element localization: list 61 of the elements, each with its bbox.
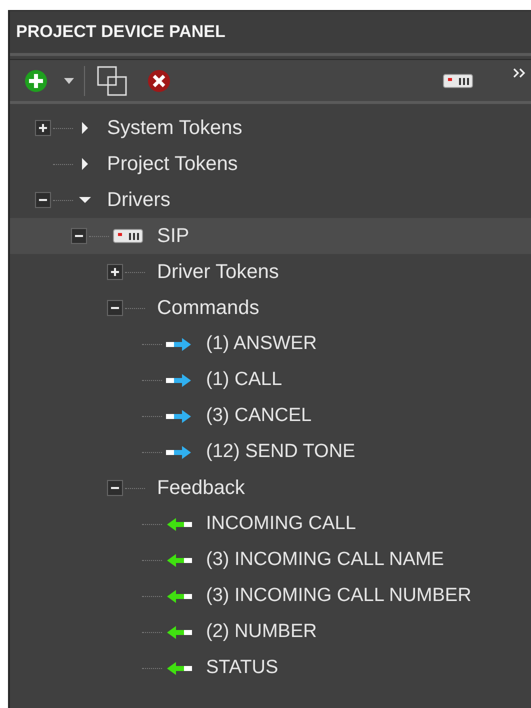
node-label: (1) ANSWER [206, 333, 317, 355]
delete-icon [147, 68, 171, 92]
expand-toggle[interactable] [35, 120, 51, 136]
tree-row[interactable]: STATUS [10, 650, 531, 686]
tree-row[interactable]: (3) INCOMING CALL NUMBER [10, 578, 531, 614]
tree-row[interactable]: Driver Tokens [10, 254, 531, 290]
tree-row[interactable]: (1) CALL [10, 362, 531, 398]
tree-row[interactable]: (3) CANCEL [10, 398, 531, 434]
collapse-toggle[interactable] [35, 192, 51, 208]
node-label: Drivers [107, 188, 170, 212]
node-label: (3) CANCEL [206, 405, 312, 427]
device-icon [443, 74, 473, 88]
arrow-left-icon [166, 589, 192, 603]
tree-row[interactable]: Commands [10, 290, 531, 326]
node-label: SIP [157, 224, 190, 248]
tree-row[interactable]: (3) INCOMING CALL NAME [10, 542, 531, 578]
node-label: Commands [157, 296, 260, 320]
chevron-icon [513, 68, 527, 78]
node-label: System Tokens [107, 116, 242, 140]
node-label: (3) INCOMING CALL NAME [206, 549, 444, 571]
node-label: INCOMING CALL [206, 513, 356, 535]
copy-icon [97, 66, 127, 96]
node-label: STATUS [206, 657, 278, 679]
device-icon [113, 229, 143, 243]
tree-row[interactable]: (2) NUMBER [10, 614, 531, 650]
arrow-right-icon [166, 445, 192, 459]
duplicate-button[interactable] [97, 66, 127, 96]
tree-row[interactable]: Project Tokens [10, 146, 531, 182]
tree-row[interactable]: (1) ANSWER [10, 326, 531, 362]
collapse-toggle[interactable] [107, 300, 123, 316]
caret-icon [64, 78, 74, 84]
arrow-left-icon [166, 553, 192, 567]
collapse-toggle[interactable] [107, 480, 123, 496]
dropdown-button[interactable] [64, 78, 74, 84]
delete-button[interactable] [147, 68, 171, 92]
arrow-left-icon [166, 625, 192, 639]
tree-row[interactable]: System Tokens [10, 110, 531, 146]
tree-row[interactable]: INCOMING CALL [10, 506, 531, 542]
overflow-button[interactable] [513, 68, 527, 78]
collapse-toggle[interactable] [71, 228, 87, 244]
add-icon [24, 68, 48, 92]
tree-row[interactable]: (12) SEND TONE [10, 434, 531, 470]
node-label: (2) NUMBER [206, 621, 317, 643]
node-label: (1) CALL [206, 369, 282, 391]
arrow-right-icon [166, 373, 192, 387]
node-label: Driver Tokens [157, 260, 279, 284]
expand-toggle[interactable] [107, 264, 123, 280]
node-label: Feedback [157, 476, 245, 500]
arrow-left-icon [166, 517, 192, 531]
node-label: (12) SEND TONE [206, 441, 356, 463]
node-label: Project Tokens [107, 152, 238, 176]
tree-row[interactable]: SIP [10, 218, 531, 254]
node-label: (3) INCOMING CALL NUMBER [206, 585, 472, 607]
arrow-left-icon [166, 661, 192, 675]
panel-title: PROJECT DEVICE PANEL [16, 22, 226, 42]
arrow-right-icon [166, 409, 192, 423]
tree-row[interactable]: Feedback [10, 470, 531, 506]
tree-row[interactable]: Drivers [10, 182, 531, 218]
device-button[interactable] [443, 74, 473, 88]
arrow-right-icon [166, 337, 192, 351]
add-button[interactable] [24, 68, 48, 92]
